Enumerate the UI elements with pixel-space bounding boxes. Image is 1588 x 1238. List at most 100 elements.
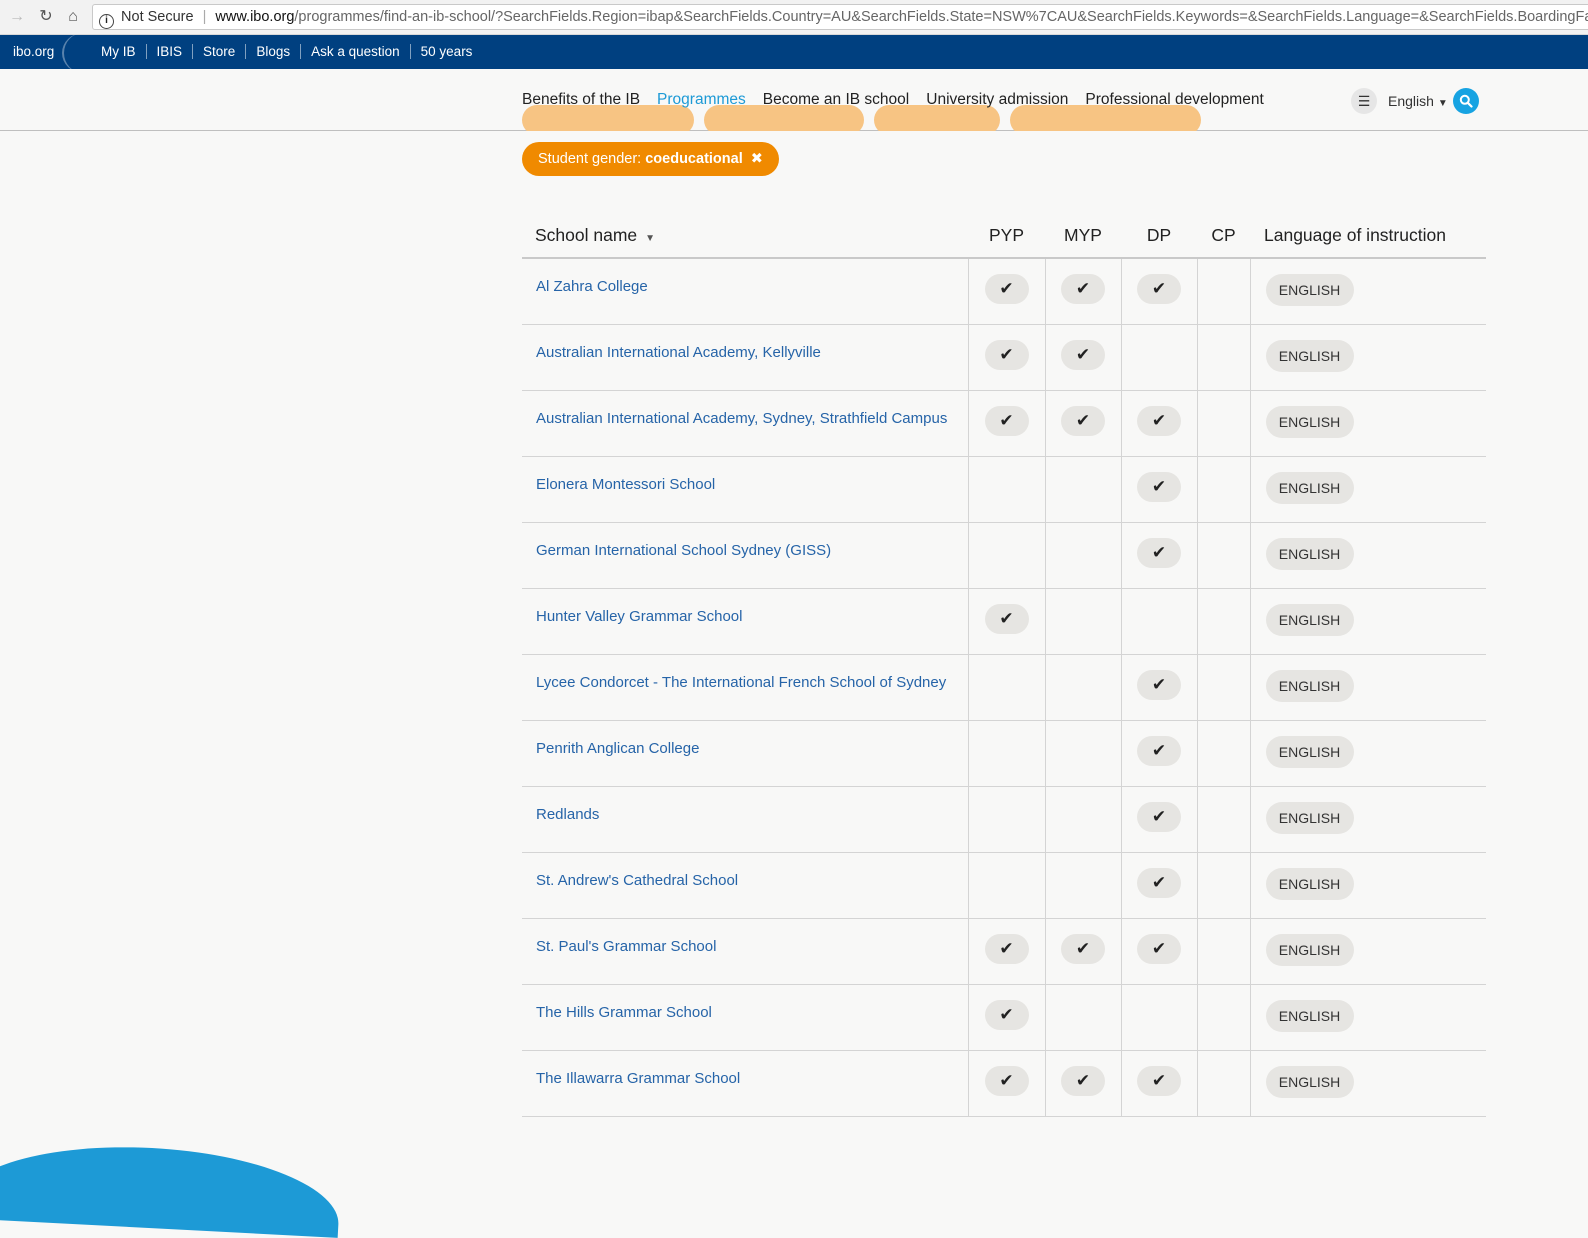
cp-cell (1196, 654, 1250, 721)
language-cell: ENGLISH (1249, 786, 1486, 853)
pyp-cell (967, 654, 1045, 721)
main-navigation: Benefits of the IB Programmes Become an … (0, 69, 1588, 131)
school-name-link[interactable]: Australian International Academy, Sydney… (522, 390, 968, 457)
myp-cell (1044, 984, 1121, 1051)
language-badge: ENGLISH (1265, 274, 1354, 306)
info-icon[interactable]: i (99, 14, 114, 29)
pyp-cell: ✔ (967, 324, 1045, 391)
myp-cell: ✔ (1044, 258, 1121, 325)
sort-down-icon[interactable]: ▼ (645, 233, 655, 244)
pyp-cell: ✔ (967, 258, 1045, 325)
column-header-school-name[interactable]: School name ▼ (522, 213, 968, 259)
back-arrow-icon[interactable]: → (6, 6, 28, 28)
school-name-link[interactable]: Lycee Condorcet - The International Fren… (522, 654, 968, 721)
myp-check-icon: ✔ (1061, 934, 1105, 964)
dp-cell: ✔ (1120, 522, 1197, 589)
caret-down-icon: ▼ (1437, 98, 1448, 109)
utility-link-my-ib[interactable]: My IB (101, 44, 146, 59)
url-host: www.ibo.org (215, 9, 295, 25)
school-name-link[interactable]: Hunter Valley Grammar School (522, 588, 968, 655)
hamburger-menu-icon[interactable]: ☰ (1351, 88, 1377, 114)
search-icon (1459, 94, 1473, 108)
pyp-cell (967, 720, 1045, 787)
dp-check-icon: ✔ (1137, 934, 1181, 964)
nav-item-benefits-of-the-ib[interactable]: Benefits of the IB (522, 91, 640, 109)
school-name-link[interactable]: Elonera Montessori School (522, 456, 968, 523)
pyp-cell: ✔ (967, 1050, 1045, 1117)
browser-toolbar: → ↻ ⌂ i Not Secure | www.ibo.org/program… (0, 0, 1588, 35)
dp-cell: ✔ (1120, 456, 1197, 523)
nav-item-professional-development[interactable]: Professional development (1085, 91, 1263, 109)
dp-cell: ✔ (1120, 258, 1197, 325)
language-badge: ENGLISH (1265, 1066, 1354, 1098)
language-cell: ENGLISH (1249, 324, 1486, 391)
myp-cell (1044, 456, 1121, 523)
dp-check-icon: ✔ (1137, 868, 1181, 898)
myp-cell (1044, 720, 1121, 787)
myp-cell (1044, 852, 1121, 919)
remove-filter-icon[interactable]: ✖ (751, 151, 763, 167)
utility-link-blogs[interactable]: Blogs (245, 44, 300, 59)
cp-cell (1196, 984, 1250, 1051)
table-row: The Hills Grammar School ✔ ENGLISH (522, 984, 1486, 1051)
table-row: St. Andrew's Cathedral School ✔ ENGLISH (522, 852, 1486, 919)
language-badge: ENGLISH (1265, 670, 1354, 702)
school-name-link[interactable]: St. Andrew's Cathedral School (522, 852, 968, 919)
language-cell: ENGLISH (1249, 852, 1486, 919)
language-cell: ENGLISH (1249, 456, 1486, 523)
language-cell: ENGLISH (1249, 654, 1486, 721)
school-name-link[interactable]: Al Zahra College (522, 258, 968, 325)
column-header-dp: DP (1121, 213, 1197, 259)
language-badge: ENGLISH (1265, 340, 1354, 372)
myp-cell: ✔ (1044, 918, 1121, 985)
filter-chip-student-gender[interactable]: Student gender: coeducational ✖ (522, 142, 779, 176)
url-path: /programmes/find-an-ib-school/?SearchFie… (294, 9, 1588, 25)
utility-link-store[interactable]: Store (192, 44, 245, 59)
dp-check-icon: ✔ (1137, 538, 1181, 568)
dp-cell: ✔ (1120, 852, 1197, 919)
language-badge: ENGLISH (1265, 868, 1354, 900)
nav-item-become-an-ib-school[interactable]: Become an IB school (763, 91, 909, 109)
table-row: St. Paul's Grammar School ✔ ✔ ✔ ENGLISH (522, 918, 1486, 985)
language-badge: ENGLISH (1265, 406, 1354, 438)
school-name-link[interactable]: German International School Sydney (GISS… (522, 522, 968, 589)
address-bar[interactable]: i Not Secure | www.ibo.org/programmes/fi… (92, 4, 1588, 30)
home-icon[interactable]: ⌂ (62, 6, 84, 28)
utility-link-ibis[interactable]: IBIS (145, 44, 193, 59)
ibo-org-link[interactable]: ibo.org (13, 44, 54, 59)
myp-check-icon: ✔ (1061, 1066, 1105, 1096)
nav-item-university-admission[interactable]: University admission (926, 91, 1068, 109)
cp-cell (1196, 852, 1250, 919)
language-badge: ENGLISH (1265, 736, 1354, 768)
language-badge: ENGLISH (1265, 472, 1354, 504)
utility-link-50-years[interactable]: 50 years (409, 44, 483, 59)
school-name-link[interactable]: Redlands (522, 786, 968, 853)
school-name-link[interactable]: St. Paul's Grammar School (522, 918, 968, 985)
dp-check-icon: ✔ (1137, 736, 1181, 766)
pyp-cell: ✔ (967, 390, 1045, 457)
language-badge: ENGLISH (1265, 538, 1354, 570)
language-selector[interactable]: English ▼ (1388, 93, 1448, 109)
cp-cell (1196, 390, 1250, 457)
dp-cell: ✔ (1120, 654, 1197, 721)
search-button[interactable] (1453, 88, 1479, 114)
cp-cell (1196, 1050, 1250, 1117)
cp-cell (1196, 456, 1250, 523)
school-name-link[interactable]: Penrith Anglican College (522, 720, 968, 787)
dp-cell: ✔ (1120, 1050, 1197, 1117)
pyp-cell: ✔ (967, 918, 1045, 985)
table-body: Al Zahra College ✔ ✔ ✔ ENGLISH Australian Int… (522, 258, 1486, 1117)
table-row: The Illawarra Grammar School ✔ ✔ ✔ ENGLISH (522, 1050, 1486, 1117)
myp-cell: ✔ (1044, 390, 1121, 457)
language-cell: ENGLISH (1249, 390, 1486, 457)
utility-link-ask-a-question[interactable]: Ask a question (300, 44, 410, 59)
school-name-link[interactable]: The Hills Grammar School (522, 984, 968, 1051)
school-name-link[interactable]: Australian International Academy, Kellyv… (522, 324, 968, 391)
pyp-cell: ✔ (967, 984, 1045, 1051)
school-name-link[interactable]: The Illawarra Grammar School (522, 1050, 968, 1117)
dp-check-icon: ✔ (1137, 274, 1181, 304)
reload-icon[interactable]: ↻ (35, 6, 57, 28)
cp-cell (1196, 720, 1250, 787)
table-row: Elonera Montessori School ✔ ENGLISH (522, 456, 1486, 523)
nav-item-programmes[interactable]: Programmes (657, 91, 746, 109)
